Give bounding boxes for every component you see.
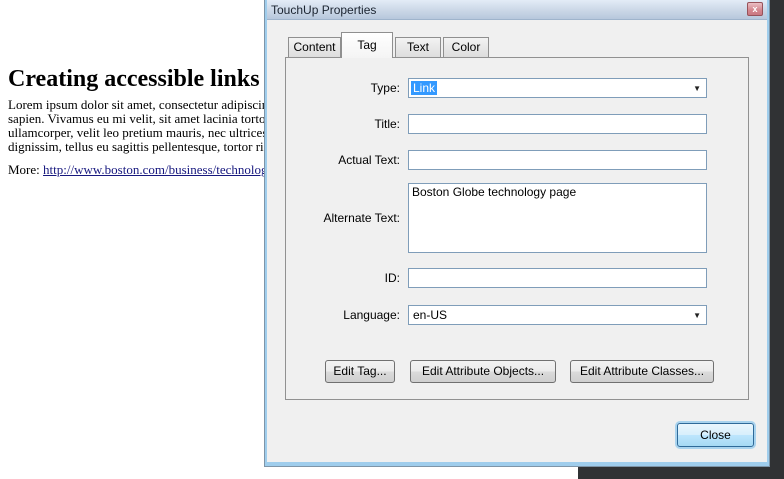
id-label: ID: — [295, 268, 400, 288]
tab-color[interactable]: Color — [443, 37, 489, 58]
tab-text[interactable]: Text — [395, 37, 441, 58]
close-button[interactable]: Close — [677, 423, 754, 447]
dialog-titlebar[interactable]: TouchUp Properties x — [267, 0, 767, 20]
language-dropdown[interactable]: en-US ▼ — [408, 305, 707, 325]
tab-tag[interactable]: Tag — [341, 32, 393, 58]
dialog-title: TouchUp Properties — [271, 3, 376, 17]
actual-text-input[interactable] — [408, 150, 707, 170]
type-selected-value: Link — [411, 81, 437, 95]
more-label: More: — [8, 162, 40, 177]
document-paragraph: Lorem ipsum dolor sit amet, consectetur … — [8, 98, 284, 154]
touchup-properties-dialog: TouchUp Properties x Content Tag Text Co… — [264, 0, 770, 467]
document-heading: Creating accessible links — [8, 66, 260, 93]
actual-text-label: Actual Text: — [295, 150, 400, 170]
title-label: Title: — [295, 114, 400, 134]
language-selected-value: en-US — [413, 308, 447, 322]
paragraph-line: ullamcorper, velit leo pretium mauris, n… — [8, 126, 284, 140]
type-label: Type: — [295, 78, 400, 98]
type-dropdown[interactable]: Link ▼ — [408, 78, 707, 98]
chevron-down-icon[interactable]: ▼ — [693, 307, 701, 325]
close-icon[interactable]: x — [747, 2, 763, 16]
more-line: More: http://www.boston.com/business/tec… — [8, 162, 278, 178]
edit-tag-button[interactable]: Edit Tag... — [325, 360, 395, 383]
alternate-text-textarea[interactable]: Boston Globe technology page — [408, 183, 707, 253]
language-label: Language: — [295, 305, 400, 325]
paragraph-line: Lorem ipsum dolor sit amet, consectetur … — [8, 98, 284, 112]
title-input[interactable] — [408, 114, 707, 134]
id-input[interactable] — [408, 268, 707, 288]
paragraph-line: dignissim, tellus eu sagittis pellentesq… — [8, 140, 284, 154]
edit-attribute-objects-button[interactable]: Edit Attribute Objects... — [410, 360, 556, 383]
dialog-body: Content Tag Text Color Type: Link ▼ Titl… — [267, 20, 767, 462]
technology-link[interactable]: http://www.boston.com/business/technolog… — [43, 162, 278, 177]
paragraph-line: sapien. Vivamus eu mi velit, sit amet la… — [8, 112, 284, 126]
tab-content[interactable]: Content — [288, 37, 341, 58]
alternate-text-label: Alternate Text: — [295, 183, 400, 253]
edit-attribute-classes-button[interactable]: Edit Attribute Classes... — [570, 360, 714, 383]
chevron-down-icon[interactable]: ▼ — [693, 80, 701, 98]
